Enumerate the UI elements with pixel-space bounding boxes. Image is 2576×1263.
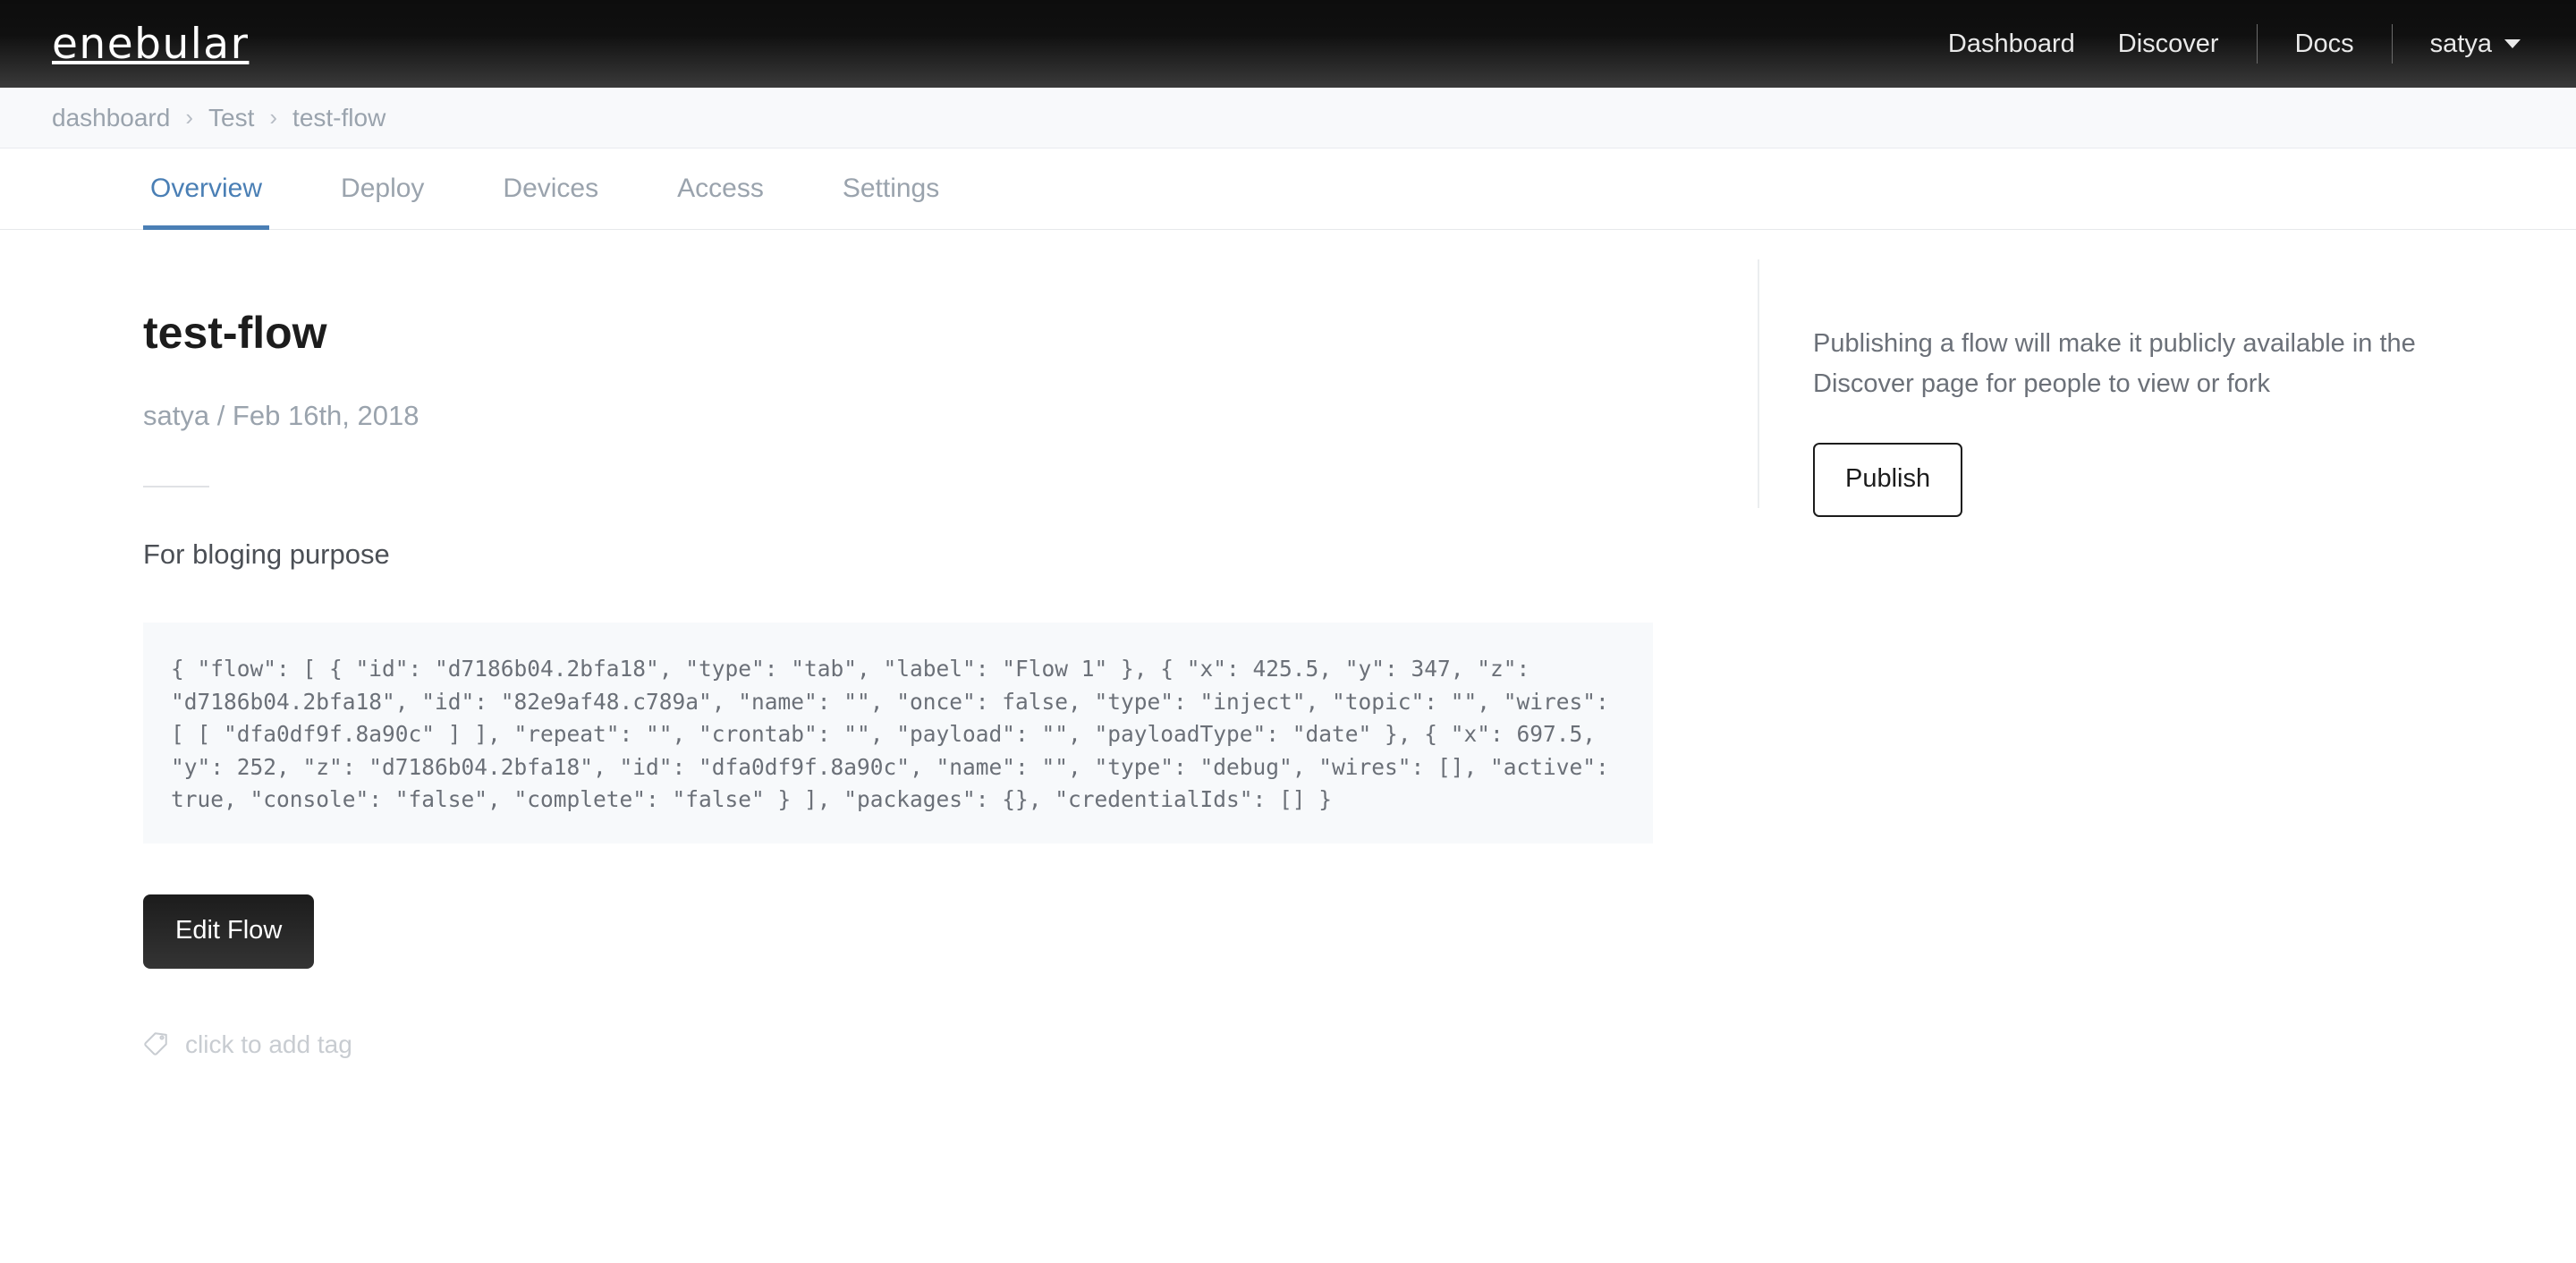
- nav-link-discover[interactable]: Discover: [2097, 30, 2241, 59]
- add-tag-row[interactable]: click to add tag: [143, 1030, 1758, 1061]
- tab-access[interactable]: Access: [670, 148, 771, 229]
- chevron-down-icon: [2504, 39, 2521, 48]
- breadcrumb-item-dashboard[interactable]: dashboard: [52, 104, 170, 132]
- nav-links: Dashboard Discover Docs satya: [1927, 24, 2529, 64]
- main-column: test-flow satya / Feb 16th, 2018 For blo…: [0, 230, 1758, 1061]
- breadcrumb: dashboard › Test › test-flow: [0, 88, 2576, 148]
- side-divider: [1758, 259, 1759, 508]
- nav-link-docs[interactable]: Docs: [2274, 30, 2376, 59]
- tab-settings[interactable]: Settings: [835, 148, 946, 229]
- nav-link-dashboard[interactable]: Dashboard: [1927, 30, 2097, 59]
- breadcrumb-separator: ›: [269, 104, 278, 131]
- nav-divider-2: [2391, 24, 2393, 64]
- content-area: test-flow satya / Feb 16th, 2018 For blo…: [0, 230, 2576, 1061]
- edit-flow-button[interactable]: Edit Flow: [143, 894, 315, 969]
- tab-overview[interactable]: Overview: [143, 148, 270, 230]
- flow-json-code: { "flow": [ { "id": "d7186b04.2bfa18", "…: [171, 656, 1623, 813]
- publish-note: Publishing a flow will make it publicly …: [1813, 329, 2416, 398]
- flow-meta: satya / Feb 16th, 2018: [143, 400, 419, 431]
- page-root: enebular Dashboard Discover Docs satya d…: [0, 0, 2576, 1263]
- side-column: Publishing a flow will make it publicly …: [1758, 230, 2576, 1061]
- page-title: test-flow: [143, 308, 327, 358]
- nav-divider-1: [2256, 24, 2258, 64]
- flow-json-panel: { "flow": [ { "id": "d7186b04.2bfa18", "…: [143, 623, 1653, 843]
- top-navigation-bar: enebular Dashboard Discover Docs satya: [0, 0, 2576, 88]
- tab-bar: Overview Deploy Devices Access Settings: [0, 148, 2576, 230]
- user-menu[interactable]: satya: [2409, 30, 2529, 59]
- divider: [143, 486, 209, 487]
- add-tag-label: click to add tag: [185, 1030, 352, 1059]
- tag-icon: [143, 1030, 170, 1061]
- tab-devices[interactable]: Devices: [496, 148, 606, 229]
- user-menu-label: satya: [2429, 29, 2492, 58]
- enebular-logo[interactable]: enebular: [52, 23, 249, 65]
- flow-description: For bloging purpose: [143, 538, 390, 570]
- breadcrumb-item-test[interactable]: Test: [208, 104, 254, 132]
- publish-button[interactable]: Publish: [1813, 443, 1963, 517]
- tab-deploy[interactable]: Deploy: [334, 148, 431, 229]
- breadcrumb-separator: ›: [185, 104, 194, 131]
- breadcrumb-item-test-flow[interactable]: test-flow: [292, 104, 386, 132]
